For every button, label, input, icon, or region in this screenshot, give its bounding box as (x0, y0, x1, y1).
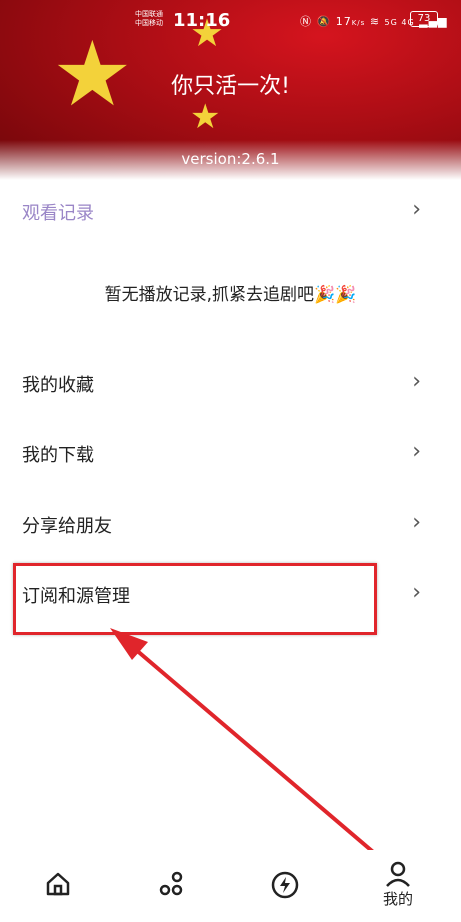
nav-me[interactable]: 我的 (358, 860, 438, 920)
annotation-arrow (110, 628, 394, 870)
nav-discover[interactable] (132, 860, 212, 920)
bottom-navigation: 我的 (0, 850, 461, 922)
lightning-icon (271, 871, 299, 899)
discover-icon (159, 871, 183, 896)
nav-me-label: 我的 (382, 890, 413, 908)
home-icon (46, 872, 70, 896)
nav-lightning[interactable] (245, 860, 325, 920)
nav-home[interactable] (18, 860, 98, 920)
version-label: version:2.6.1 (181, 150, 280, 168)
arrow-shaft (126, 641, 394, 870)
user-icon (386, 861, 410, 887)
